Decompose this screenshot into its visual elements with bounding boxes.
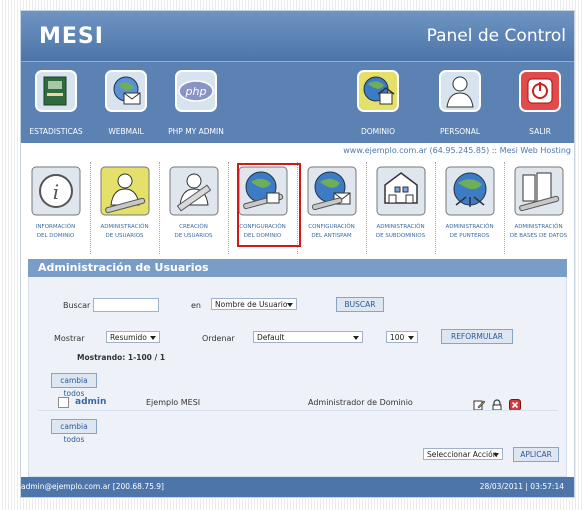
tool-label: ADMINISTRACIÓN DE SUBDOMINIOS [375, 224, 426, 239]
order-label: Ordenar [202, 334, 235, 343]
webmail-icon [104, 69, 148, 113]
statistics-icon [34, 69, 78, 113]
search-field-select[interactable]: Nombre de Usuario [211, 298, 297, 310]
row-username[interactable]: admin [75, 397, 106, 407]
info-icon: i [30, 165, 82, 217]
nav-webmail[interactable]: WEBMAIL [91, 69, 161, 136]
footer-datetime: 28/03/2011 | 03:57:14 [479, 482, 564, 491]
search-in-label: en [191, 301, 201, 310]
nav-dominio[interactable]: DOMINIO [343, 69, 413, 136]
control-panel-window: MESI Panel de Control ESTADISTICAS WEBMA… [20, 10, 575, 498]
edit-icon[interactable] [473, 396, 486, 411]
toggle-all-button-bottom[interactable]: cambia todos [51, 419, 97, 444]
toggle-all-button-top[interactable]: cambia todos [51, 373, 97, 398]
search-button[interactable]: BUSCAR [336, 297, 384, 312]
row-divider [38, 410, 558, 411]
row-checkbox[interactable] [58, 397, 69, 408]
show-label: Mostrar [54, 334, 85, 343]
chevron-down-icon [493, 453, 499, 457]
nav-estadisticas[interactable]: ESTADISTICAS [21, 69, 91, 136]
page-size-select[interactable]: 100 [386, 331, 418, 343]
databases-icon [513, 165, 565, 217]
site-info: www.ejemplo.com.ar (64.95.245.85) :: Mes… [343, 146, 571, 155]
row-fullname: Ejemplo MESI [146, 398, 201, 407]
admin-users-icon [99, 165, 151, 217]
page-title: Panel de Control [426, 26, 566, 46]
order-select[interactable]: Default [253, 331, 363, 343]
panel-title: Administración de Usuarios [28, 259, 567, 277]
showing-count: Mostrando: 1-100 / 1 [77, 353, 166, 362]
tool-label: ADMINISTRACIÓN DE BASES DE DATOS [509, 224, 568, 239]
nav-phpmyadmin[interactable]: php PHP MY ADMIN [161, 69, 231, 136]
nav-personal[interactable]: PERSONAL [425, 69, 495, 136]
svg-text:php: php [185, 85, 207, 98]
nav-label: PERSONAL [439, 127, 481, 136]
apply-button[interactable]: APLICAR [513, 447, 559, 462]
reformular-button[interactable]: REFORMULAR [441, 329, 513, 344]
tool-informacion-dominio[interactable]: i INFORMACIÓN DEL DOMINIO [21, 162, 91, 254]
logged-user-info: admin@ejemplo.com.ar [200.68.75.9] [21, 482, 164, 491]
php-icon: php [174, 69, 218, 113]
tool-administracion-subdominios[interactable]: ADMINISTRACIÓN DE SUBDOMINIOS [366, 162, 436, 254]
mesi-logo: MESI [39, 24, 104, 49]
chevron-down-icon [353, 336, 359, 340]
antispam-config-icon [306, 165, 358, 217]
status-footer: admin@ejemplo.com.ar [200.68.75.9] 28/03… [21, 477, 574, 497]
tool-administracion-usuarios[interactable]: ADMINISTRACIÓN DE USUARIOS [90, 162, 160, 254]
nav-label: WEBMAIL [108, 127, 144, 136]
svg-text:i: i [52, 180, 58, 204]
nav-label: PHP MY ADMIN [168, 127, 224, 136]
site-info-bar: www.ejemplo.com.ar (64.95.245.85) :: Mes… [21, 143, 574, 159]
nav-label: DOMINIO [360, 127, 396, 136]
bulk-action-select[interactable]: Seleccionar Acción [423, 448, 503, 460]
subdomains-icon [375, 165, 427, 217]
header-bar: MESI Panel de Control [21, 11, 574, 61]
chevron-down-icon [408, 336, 414, 340]
search-input[interactable] [93, 298, 159, 312]
tool-configuracion-antispam[interactable]: CONFIGURACIÓN DEL ANTISPAM [297, 162, 367, 254]
tool-label: CREACIÓN DE USUARIOS [174, 224, 213, 239]
search-label: Buscar [63, 301, 91, 310]
tool-label: ADMINISTRACIÓN DE USUARIOS [100, 224, 149, 239]
main-nav: ESTADISTICAS WEBMAIL php PHP MY ADMIN DO… [21, 61, 574, 144]
selected-tool-highlight [237, 163, 301, 247]
create-users-icon [168, 165, 220, 217]
tool-label: ADMINISTRACIÓN DE PUNTEROS [445, 224, 494, 239]
nav-label: ESTADISTICAS [29, 127, 83, 136]
chevron-down-icon [287, 303, 293, 307]
user-admin-panel: Administración de Usuarios [21, 259, 574, 477]
pointers-icon [444, 165, 496, 217]
tool-administracion-bases-datos[interactable]: ADMINISTRACIÓN DE BASES DE DATOS [504, 162, 573, 254]
power-exit-icon [518, 69, 562, 113]
domain-globe-icon [356, 69, 400, 113]
nav-salir[interactable]: SALIR [505, 69, 574, 136]
tool-administracion-punteros[interactable]: ADMINISTRACIÓN DE PUNTEROS [435, 162, 505, 254]
tool-label: INFORMACIÓN DEL DOMINIO [35, 224, 76, 239]
row-role: Administrador de Dominio [308, 398, 413, 407]
lock-icon[interactable] [491, 396, 503, 411]
chevron-down-icon [150, 336, 156, 340]
delete-icon[interactable] [509, 396, 521, 411]
nav-label: SALIR [529, 127, 551, 136]
domain-tools-nav: i INFORMACIÓN DEL DOMINIO ADMINISTRACIÓN D… [21, 159, 574, 259]
personal-user-icon [438, 69, 482, 113]
tool-creacion-usuarios[interactable]: CREACIÓN DE USUARIOS [159, 162, 229, 254]
show-mode-select[interactable]: Resumido [106, 331, 160, 343]
tool-label: CONFIGURACIÓN DEL ANTISPAM [308, 224, 355, 239]
